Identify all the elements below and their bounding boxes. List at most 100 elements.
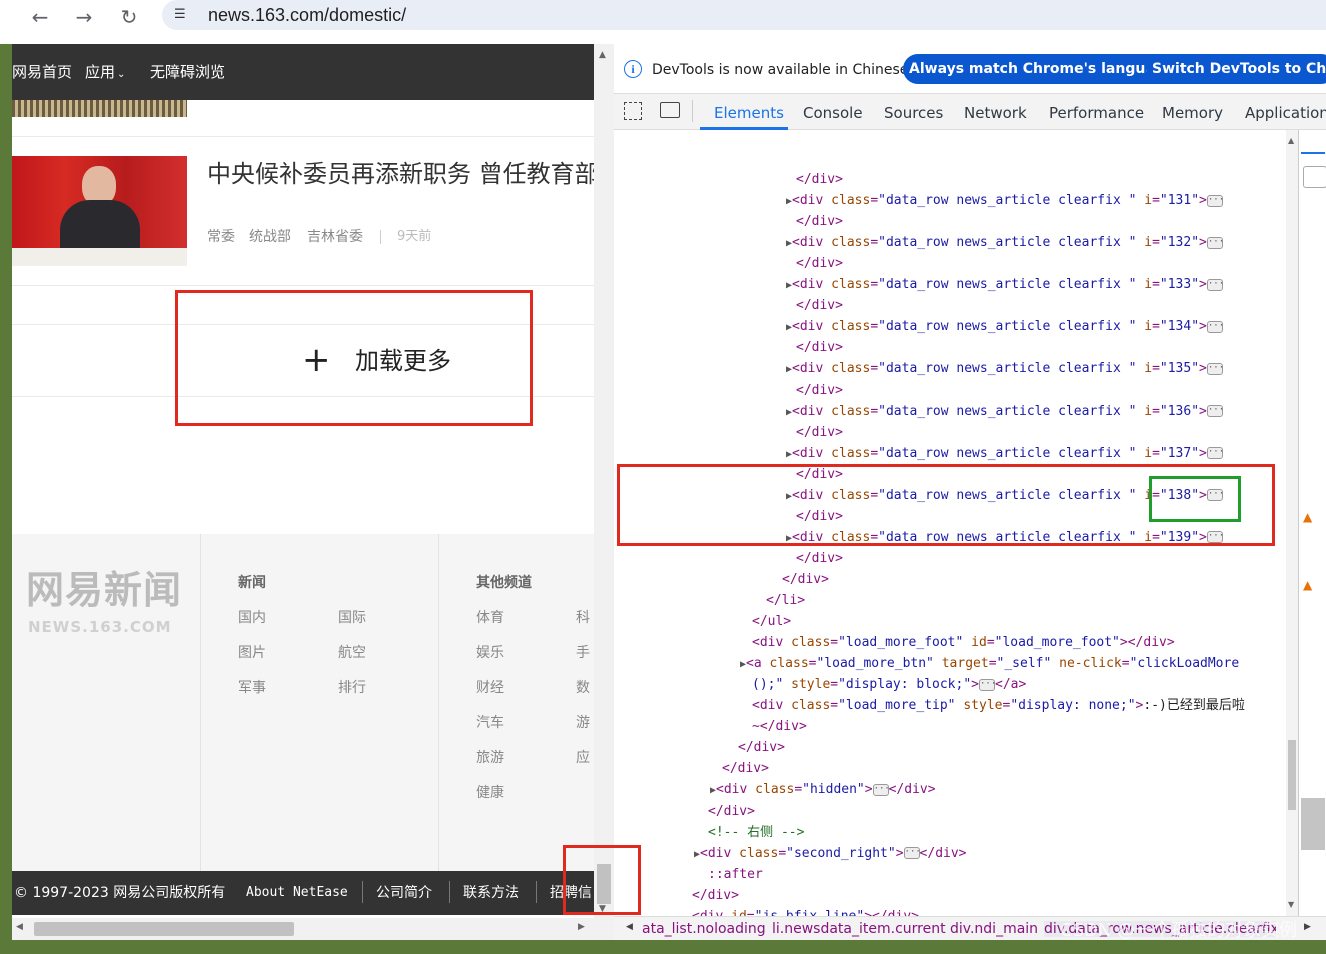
article-tag[interactable]: 吉林省委 bbox=[307, 228, 363, 246]
contact-link[interactable]: 联系方法 bbox=[463, 884, 519, 902]
info-icon: i bbox=[624, 60, 642, 78]
tab-memory[interactable]: Memory bbox=[1162, 103, 1223, 123]
dom-node[interactable]: </div> bbox=[796, 214, 843, 230]
tab-network[interactable]: Network bbox=[964, 103, 1027, 123]
forward-arrow-icon[interactable]: → bbox=[71, 4, 97, 30]
dom-node[interactable]: </div> bbox=[796, 298, 843, 314]
footer-link[interactable]: 财经 bbox=[476, 679, 504, 697]
footer-link[interactable]: 娱乐 bbox=[476, 644, 504, 662]
dom-tree-scrollbar[interactable]: ▲ ▼ bbox=[1286, 130, 1298, 918]
dom-node[interactable]: </div> bbox=[796, 256, 843, 272]
switch-language-button[interactable]: Switch DevTools to Chines bbox=[1146, 54, 1326, 84]
dom-node[interactable]: <div class="load_more_tip" style="displa… bbox=[752, 698, 1245, 714]
dom-comment[interactable]: <!-- 右侧 --> bbox=[708, 825, 804, 841]
footer-link[interactable]: 航空 bbox=[338, 644, 366, 662]
breadcrumb-item[interactable]: li.newsdata_item.current bbox=[772, 921, 946, 937]
article-title[interactable]: 中央候补委员再添新职务 曾任教育部 bbox=[207, 158, 594, 190]
tab-console[interactable]: Console bbox=[803, 103, 863, 123]
footer-link[interactable]: 游 bbox=[576, 714, 590, 732]
dom-node[interactable]: </div> bbox=[796, 425, 843, 441]
about-netease-link[interactable]: About NetEase bbox=[246, 884, 348, 902]
dom-node[interactable]: </div> bbox=[796, 551, 843, 567]
footer-link[interactable]: 数 bbox=[576, 679, 590, 697]
nav-accessibility-link[interactable]: 无障碍浏览 bbox=[150, 62, 225, 82]
dom-node[interactable]: </div> bbox=[692, 888, 739, 904]
dom-node-row[interactable]: ▶<div class="data_row news_article clear… bbox=[786, 446, 1224, 463]
footer-link[interactable]: 国际 bbox=[338, 609, 366, 627]
dom-node[interactable]: </ul> bbox=[752, 614, 791, 630]
footer-link[interactable]: 体育 bbox=[476, 609, 504, 627]
article-thumbnail[interactable] bbox=[12, 156, 187, 266]
scroll-up-arrow-icon[interactable]: ▲ bbox=[1288, 136, 1294, 145]
article-tag[interactable]: 统战部 bbox=[249, 228, 291, 246]
styles-tab[interactable] bbox=[1301, 132, 1325, 154]
breadcrumb-right-arrow-icon[interactable]: ▶ bbox=[1304, 922, 1311, 932]
footer-link[interactable]: 手 bbox=[576, 644, 590, 662]
footer-link[interactable]: 军事 bbox=[238, 679, 266, 697]
page-vertical-scrollbar[interactable]: ▲ ▼ bbox=[594, 44, 614, 940]
nav-home-link[interactable]: 网易首页 bbox=[12, 62, 72, 82]
url-text[interactable]: news.163.com/domestic/ bbox=[208, 3, 406, 27]
footer-link[interactable]: 国内 bbox=[238, 609, 266, 627]
dom-node-row[interactable]: ▶<div class="data_row news_article clear… bbox=[786, 361, 1224, 378]
dom-node[interactable]: </div> bbox=[796, 172, 843, 188]
dom-node[interactable]: </div> bbox=[796, 340, 843, 356]
tab-performance[interactable]: Performance bbox=[1049, 103, 1144, 123]
dom-node[interactable]: </div> bbox=[796, 383, 843, 399]
dom-node[interactable]: </div> bbox=[738, 740, 785, 756]
dom-node[interactable]: ~</div> bbox=[752, 719, 807, 735]
page-horizontal-scrollbar[interactable]: ◀ ▶ bbox=[12, 918, 594, 940]
dom-node[interactable]: <div class="load_more_foot" id="load_mor… bbox=[752, 635, 1175, 651]
styles-pane[interactable]: ▲ ▲ bbox=[1298, 130, 1326, 918]
footer-link[interactable]: 旅游 bbox=[476, 749, 504, 767]
brand-subtitle: NEWS.163.COM bbox=[28, 618, 172, 636]
previous-article-thumbnail[interactable] bbox=[12, 100, 187, 117]
article-tag[interactable]: 常委 bbox=[207, 228, 235, 246]
dom-node[interactable]: ▶<div class="second_right">···</div> bbox=[694, 846, 967, 863]
dom-node[interactable]: </div> bbox=[722, 761, 769, 777]
footer-link[interactable]: 应 bbox=[576, 749, 590, 767]
tag-divider bbox=[380, 230, 381, 244]
company-intro-link[interactable]: 公司简介 bbox=[376, 884, 432, 902]
dom-node[interactable]: ::after bbox=[708, 867, 763, 883]
tab-elements[interactable]: Elements bbox=[714, 103, 784, 123]
thumbnail-desk bbox=[12, 248, 187, 266]
footer-link[interactable]: 汽车 bbox=[476, 714, 504, 732]
dom-node-row[interactable]: ▶<div class="data_row news_article clear… bbox=[786, 235, 1224, 252]
dom-node[interactable]: ();" style="display: block;">···</a> bbox=[752, 677, 1026, 693]
device-toolbar-icon[interactable] bbox=[660, 102, 680, 118]
inspect-element-icon[interactable] bbox=[624, 102, 642, 120]
horizontal-scroll-thumb[interactable] bbox=[34, 922, 294, 936]
scroll-up-arrow-icon[interactable]: ▲ bbox=[599, 50, 606, 60]
footer-link[interactable]: 排行 bbox=[338, 679, 366, 697]
styles-scroll-thumb[interactable] bbox=[1301, 798, 1325, 850]
reload-icon[interactable]: ↻ bbox=[116, 4, 142, 30]
brand-logo[interactable]: 网易新闻 bbox=[26, 568, 182, 612]
dom-node[interactable]: </div> bbox=[708, 804, 755, 820]
footer-link[interactable]: 健康 bbox=[476, 784, 504, 802]
dom-tree-scroll-thumb[interactable] bbox=[1288, 740, 1296, 810]
breadcrumb-item[interactable]: div.ndi_main bbox=[950, 921, 1038, 937]
site-info-icon[interactable]: ☰ bbox=[174, 6, 194, 24]
dom-node[interactable]: </div> bbox=[782, 572, 829, 588]
back-arrow-icon[interactable]: ← bbox=[27, 4, 53, 30]
styles-filter-input[interactable] bbox=[1303, 166, 1326, 188]
tab-application[interactable]: Application bbox=[1245, 103, 1326, 123]
dom-node-row[interactable]: ▶<div class="data_row news_article clear… bbox=[786, 277, 1224, 294]
scroll-left-arrow-icon[interactable]: ◀ bbox=[16, 922, 23, 932]
breadcrumb-item[interactable]: ata_list.noloading bbox=[642, 921, 766, 937]
scroll-down-arrow-icon[interactable]: ▼ bbox=[1288, 900, 1294, 909]
dom-node-row[interactable]: ▶<div class="data_row news_article clear… bbox=[786, 404, 1224, 421]
footer-link[interactable]: 图片 bbox=[238, 644, 266, 662]
breadcrumb-left-arrow-icon[interactable]: ◀ bbox=[626, 922, 633, 932]
match-language-button[interactable]: Always match Chrome's language bbox=[903, 54, 1181, 84]
dom-node-row[interactable]: ▶<div class="data_row news_article clear… bbox=[786, 193, 1224, 210]
footer-link[interactable]: 科 bbox=[576, 609, 590, 627]
dom-node[interactable]: </li> bbox=[766, 593, 805, 609]
nav-apps-link[interactable]: 应用 ⌄ bbox=[85, 62, 125, 85]
tab-sources[interactable]: Sources bbox=[884, 103, 943, 123]
dom-node-row[interactable]: ▶<div class="data_row news_article clear… bbox=[786, 319, 1224, 336]
dom-node[interactable]: ▶<a class="load_more_btn" target="_self"… bbox=[740, 656, 1239, 673]
scroll-right-arrow-icon[interactable]: ▶ bbox=[578, 922, 585, 932]
dom-node[interactable]: ▶<div class="hidden">···</div> bbox=[710, 782, 936, 799]
